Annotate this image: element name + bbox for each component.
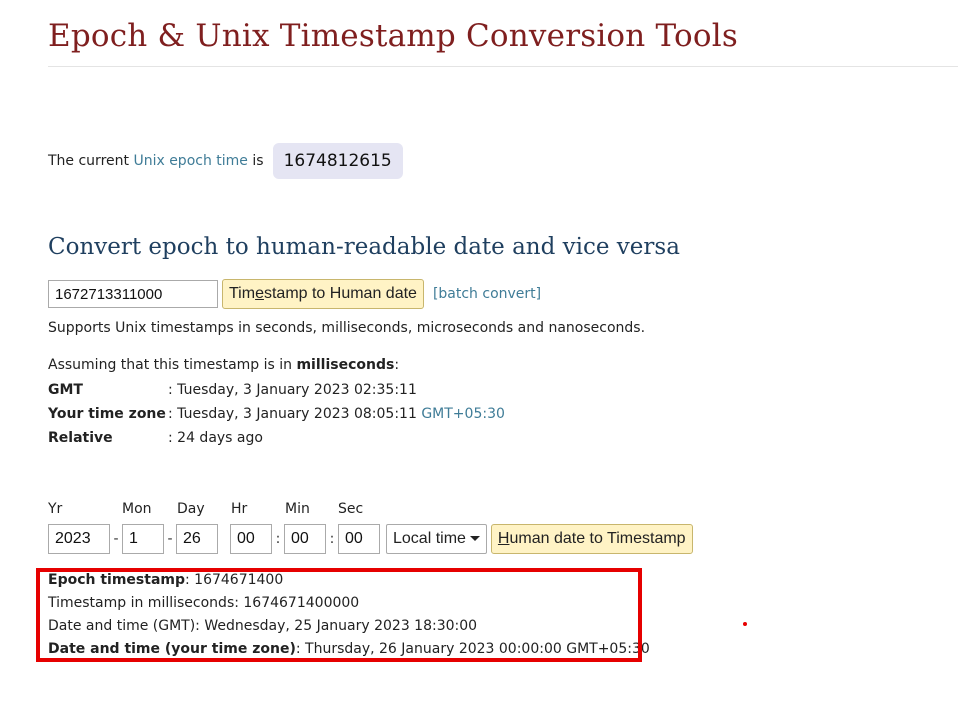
current-epoch-line: The current Unix epoch time is 167481261… bbox=[48, 142, 403, 180]
timezone-select[interactable]: Local time bbox=[386, 523, 487, 554]
human-to-timestamp-button[interactable]: Human date to Timestamp bbox=[490, 523, 693, 554]
date-field-row: - - : : Local time Human date to Timesta… bbox=[48, 523, 693, 554]
result-value: : 24 days ago bbox=[168, 430, 263, 446]
result-row-relative: Relative : 24 days ago bbox=[48, 426, 505, 450]
second-input[interactable] bbox=[338, 523, 380, 554]
minute-label: Min bbox=[285, 501, 310, 517]
result-key: Your time zone bbox=[48, 406, 166, 422]
timezone-selected: Local time bbox=[393, 529, 466, 547]
minute-input[interactable] bbox=[284, 523, 326, 554]
assume-prefix: Assuming that this timestamp is in bbox=[48, 357, 293, 373]
day-input[interactable] bbox=[176, 523, 218, 554]
current-epoch-value: 1674812615 bbox=[272, 143, 403, 179]
assume-suffix: : bbox=[394, 357, 400, 373]
timestamp-to-human-button[interactable]: Tim e stamp to Human date bbox=[222, 279, 424, 309]
supports-note: Supports Unix timestamps in seconds, mil… bbox=[48, 320, 646, 336]
ts-btn-post: stamp to Human date bbox=[263, 285, 417, 302]
date-separator: - bbox=[113, 530, 119, 547]
title-divider bbox=[48, 66, 958, 67]
month-input[interactable] bbox=[122, 523, 164, 554]
batch-convert-link[interactable]: [batch convert] bbox=[433, 286, 541, 302]
result-value: : Tuesday, 3 January 2023 02:35:11 bbox=[168, 382, 417, 398]
ts-btn-accesskey: e bbox=[255, 285, 264, 302]
h2t-btn-rest: uman date to Timestamp bbox=[509, 529, 686, 547]
page-title: Epoch & Unix Timestamp Conversion Tools bbox=[48, 18, 738, 54]
timestamp-convert-row: Timestamp to Human date [batch convert] bbox=[48, 279, 541, 309]
time-separator: : bbox=[275, 530, 281, 547]
day-label: Day bbox=[177, 501, 205, 517]
chevron-down-icon bbox=[469, 536, 480, 541]
current-suffix: is bbox=[252, 153, 264, 169]
timezone-offset: GMT+05:30 bbox=[421, 406, 505, 422]
month-label: Mon bbox=[122, 501, 152, 517]
result-row-gmt: GMT : Tuesday, 3 January 2023 02:35:11 bbox=[48, 378, 505, 402]
result-key: Relative bbox=[48, 430, 113, 446]
hour-input[interactable] bbox=[230, 523, 272, 554]
convert-heading: Convert epoch to human-readable date and… bbox=[48, 234, 680, 260]
timestamp-input[interactable] bbox=[48, 280, 218, 308]
date-separator: - bbox=[167, 530, 173, 547]
year-input[interactable] bbox=[48, 523, 110, 554]
year-label: Yr bbox=[48, 501, 63, 517]
page: Epoch & Unix Timestamp Conversion Tools … bbox=[0, 0, 958, 707]
hour-label: Hr bbox=[231, 501, 248, 517]
date-field-labels: Yr Mon Day Hr Min Sec bbox=[48, 501, 693, 521]
h2t-btn-accesskey: H bbox=[497, 529, 510, 547]
time-separator: : bbox=[329, 530, 335, 547]
assume-unit: milliseconds bbox=[296, 357, 395, 373]
unix-epoch-time-link[interactable]: Unix epoch time bbox=[133, 153, 247, 169]
ts-btn-pre: Tim bbox=[229, 285, 256, 302]
second-label: Sec bbox=[338, 501, 364, 517]
result-value: : Tuesday, 3 January 2023 08:05:11 bbox=[168, 406, 417, 422]
result-key: GMT bbox=[48, 382, 83, 398]
human-date-form: Yr Mon Day Hr Min Sec - - : : Local time… bbox=[48, 501, 693, 554]
cursor-dot-marker bbox=[743, 622, 747, 626]
result-row-your-time-zone: Your time zone : Tuesday, 3 January 2023… bbox=[48, 402, 505, 426]
highlight-annotation-box bbox=[36, 568, 642, 662]
assume-line: Assuming that this timestamp is in milli… bbox=[48, 357, 505, 378]
conversion-result: Assuming that this timestamp is in milli… bbox=[48, 357, 505, 450]
current-prefix: The current bbox=[48, 153, 129, 169]
